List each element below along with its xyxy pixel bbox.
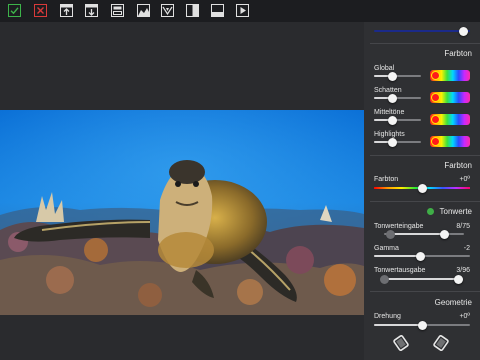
global-slider-knob[interactable] (388, 71, 398, 81)
split-view-icon (111, 4, 124, 17)
before-after-button[interactable] (186, 4, 199, 17)
rotate-right-button[interactable] (432, 334, 450, 352)
tonwertausgabe-range-slider[interactable] (379, 274, 464, 284)
mitteltoene-color-picker[interactable] (430, 114, 470, 125)
crop-button[interactable] (211, 4, 224, 17)
farbton-value: +0º (459, 176, 470, 183)
highlights-color-picker[interactable] (430, 136, 470, 147)
tonwerteingabe-label: Tonwerteingabe (374, 223, 424, 230)
section-title-farbton-2: Farbton (444, 161, 472, 170)
global-label: Global (374, 65, 395, 72)
close-icon (34, 4, 47, 17)
schatten-color-picker[interactable] (430, 92, 470, 103)
histogram-icon (137, 4, 150, 17)
rotate-right-icon (433, 335, 449, 351)
highlights-color-dot (431, 137, 440, 146)
export-button[interactable] (60, 4, 73, 17)
global-color-dot (431, 71, 440, 80)
tonwerteingabe-value: 8/75 (456, 223, 470, 230)
divider (370, 291, 480, 292)
image-canvas[interactable] (0, 22, 364, 360)
farbton-hue-knob[interactable] (417, 183, 427, 193)
arrow-down-icon (85, 4, 98, 17)
import-button[interactable] (85, 4, 98, 17)
gamma-slider-knob[interactable] (415, 251, 425, 261)
rotate-left-icon (393, 335, 409, 351)
mitteltoene-color-dot (431, 115, 440, 124)
global-color-picker[interactable] (430, 70, 470, 81)
section-title-geometrie: Geometrie (434, 298, 472, 307)
tonwerteingabe-high-knob[interactable] (439, 229, 449, 239)
highlights-label: Highlights (374, 131, 405, 138)
toolbar (0, 0, 480, 22)
mitteltoene-slider[interactable] (374, 115, 421, 125)
auto-adjust-button[interactable] (161, 4, 174, 17)
tonwerte-enabled-indicator (427, 208, 434, 215)
highlights-slider[interactable] (374, 137, 421, 147)
auto-adjust-icon (161, 4, 174, 17)
drehung-label: Drehung (374, 313, 401, 320)
divider (370, 201, 480, 202)
histogram-button[interactable] (137, 4, 150, 17)
divider (370, 155, 480, 156)
section-title-farbton: Farbton (444, 49, 472, 58)
checkmark-icon (8, 4, 21, 17)
farbton-hue-slider[interactable] (374, 183, 470, 193)
mitteltoene-label: Mitteltöne (374, 109, 405, 116)
tonwerteingabe-range-slider[interactable] (384, 229, 464, 239)
play-button[interactable] (236, 4, 249, 17)
play-icon (236, 4, 249, 17)
gamma-label: Gamma (374, 245, 399, 252)
top-slider[interactable] (374, 26, 470, 36)
adjustments-panel: Farbton Global Schatten Mitteltöne Highl… (364, 22, 480, 360)
compare-button[interactable] (111, 4, 124, 17)
drehung-slider-fill (374, 324, 422, 326)
photo-preview (0, 110, 364, 315)
tonwertausgabe-high-knob[interactable] (454, 274, 464, 284)
schatten-label: Schatten (374, 87, 402, 94)
mitteltoene-slider-knob[interactable] (388, 115, 398, 125)
drehung-slider-knob[interactable] (417, 320, 427, 330)
section-title-tonwerte: Tonwerte (439, 207, 472, 216)
accept-button[interactable] (8, 4, 21, 17)
gamma-slider[interactable] (374, 251, 470, 261)
rotate-left-button[interactable] (392, 334, 410, 352)
tonwerteingabe-range-fill (390, 233, 444, 235)
tonwertausgabe-label: Tonwertausgabe (374, 267, 426, 274)
global-slider[interactable] (374, 71, 421, 81)
tonwertausgabe-low-knob[interactable] (379, 274, 389, 284)
tonwerteingabe-low-knob[interactable] (385, 229, 395, 239)
divider (370, 43, 480, 44)
before-after-icon (186, 4, 199, 17)
tonwertausgabe-value: 3/96 (456, 267, 470, 274)
arrow-up-icon (60, 4, 73, 17)
schatten-slider[interactable] (374, 93, 421, 103)
crop-icon (211, 4, 224, 17)
drehung-value: +0º (459, 313, 470, 320)
top-slider-knob[interactable] (458, 26, 468, 36)
gamma-slider-fill (374, 255, 421, 257)
sea-turtle-photo (0, 110, 364, 315)
highlights-slider-knob[interactable] (388, 137, 398, 147)
farbton-label: Farbton (374, 176, 399, 183)
gamma-value: -2 (463, 245, 470, 252)
drehung-slider[interactable] (374, 320, 470, 330)
tonwertausgabe-range-fill (384, 278, 459, 280)
cancel-button[interactable] (34, 4, 47, 17)
schatten-slider-knob[interactable] (388, 93, 398, 103)
schatten-color-dot (431, 93, 440, 102)
